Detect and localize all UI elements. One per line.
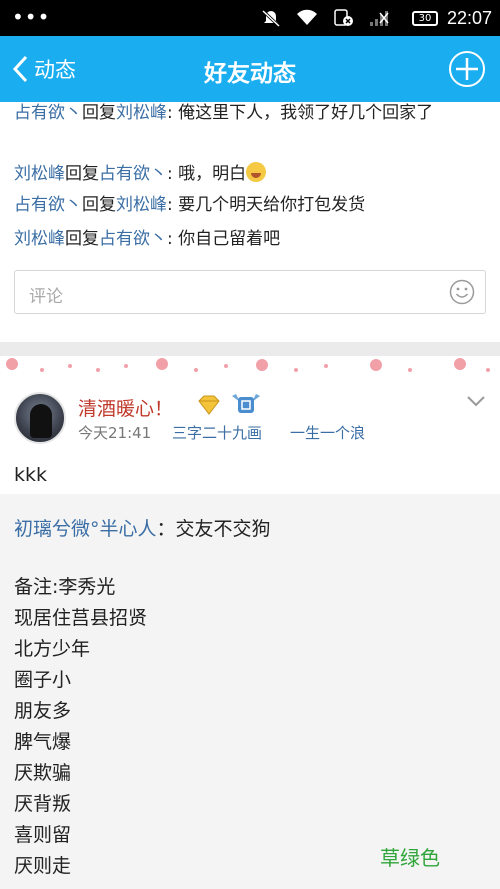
comment-item[interactable]: 刘松峰回复占有欲丶: 哦，明白 xyxy=(14,162,484,184)
comment-target-link[interactable]: 刘松峰 xyxy=(116,103,167,123)
post-tag[interactable]: 三字二十九画 xyxy=(172,422,262,443)
sim-disabled-icon xyxy=(334,9,353,26)
comment-user-link[interactable]: 刘松峰 xyxy=(14,229,65,249)
emoji-picker-icon[interactable] xyxy=(449,279,475,305)
comment-user-link[interactable]: 刘松峰 xyxy=(14,164,65,184)
shared-line: 北方少年 xyxy=(14,638,91,660)
comment-text: : 俺这里下人，我领了好几个回家了 xyxy=(167,103,434,123)
vip-diamond-badge-icon xyxy=(198,395,220,415)
add-button[interactable] xyxy=(448,50,486,88)
comment-text: : 要几个明天给你打包发货 xyxy=(167,195,366,215)
reply-verb: 回复 xyxy=(82,103,116,123)
comment-user-link[interactable]: 占有欲丶 xyxy=(14,103,82,123)
mute-icon xyxy=(261,9,281,27)
shared-line: 厌则走 xyxy=(14,855,72,877)
shared-content[interactable]: 初璃兮微°半心人：交友不交狗 备注:李秀光 现居住莒县招贤 北方少年 圈子小 朋… xyxy=(0,494,500,889)
status-icons xyxy=(260,9,390,27)
watermark-text: 草绿色 xyxy=(380,846,440,870)
shared-header: 初璃兮微°半心人：交友不交狗 xyxy=(14,514,271,541)
shared-line: 厌欺骗 xyxy=(14,762,72,784)
level-badge-icon xyxy=(232,394,260,413)
wifi-icon xyxy=(297,9,317,25)
shared-line: 圈子小 xyxy=(14,669,72,691)
comment-text: : 哦，明白 xyxy=(167,164,247,184)
page-title: 好友动态 xyxy=(204,61,296,87)
shared-line: 厌背叛 xyxy=(14,793,72,815)
shared-line: 现居住莒县招贤 xyxy=(14,607,148,629)
shared-line: 朋友多 xyxy=(14,700,72,722)
comment-user-link[interactable]: 占有欲丶 xyxy=(14,195,82,215)
battery-icon: 30 xyxy=(412,11,438,26)
reply-verb: 回复 xyxy=(65,229,99,249)
shared-line: 脾气爆 xyxy=(14,731,72,753)
shared-line: 喜则留 xyxy=(14,824,72,846)
comment-target-link[interactable]: 占有欲丶 xyxy=(99,164,167,184)
comment-input[interactable]: 评论 xyxy=(14,270,486,314)
comment-placeholder: 评论 xyxy=(29,287,63,307)
comment-list: 占有欲丶回复刘松峰: 俺这里下人，我领了好几个回家了 刘松峰回复占有欲丶: 哦，… xyxy=(0,102,500,342)
feed-post: 清酒暖心！ 今天21:41 三字二十九画 一生一个浪 kkk 初璃兮微°半心人：… xyxy=(0,380,500,889)
reply-verb: 回复 xyxy=(82,195,116,215)
post-body: kkk xyxy=(14,464,48,486)
shared-source-user[interactable]: 初璃兮微°半心人 xyxy=(14,518,157,540)
status-bar: ••• 30 22:07 xyxy=(0,0,500,36)
signal-icon xyxy=(370,11,389,26)
laughing-emoji-icon xyxy=(246,162,267,182)
nav-bar: 动态 好友动态 xyxy=(0,36,500,102)
comment-item[interactable]: 占有欲丶回复刘松峰: 俺这里下人，我领了好几个回家了 xyxy=(14,104,484,123)
notification-dots-icon: ••• xyxy=(12,5,51,29)
post-author-name[interactable]: 清酒暖心！ xyxy=(78,394,173,421)
comment-target-link[interactable]: 刘松峰 xyxy=(116,195,167,215)
comment-item[interactable]: 占有欲丶回复刘松峰: 要几个明天给你打包发货 xyxy=(14,196,484,215)
post-timestamp: 今天21:41 xyxy=(78,424,152,442)
post-tag[interactable]: 一生一个浪 xyxy=(290,422,365,443)
shared-source-text: ：交友不交狗 xyxy=(156,518,271,540)
comment-target-link[interactable]: 占有欲丶 xyxy=(99,229,167,249)
shared-line: 备注:李秀光 xyxy=(14,576,116,598)
chevron-down-icon[interactable] xyxy=(466,394,486,408)
lollipop-decoration-icon xyxy=(0,356,500,380)
status-time: 22:07 xyxy=(446,8,492,28)
avatar[interactable] xyxy=(14,392,66,444)
comment-item[interactable]: 刘松峰回复占有欲丶: 你自己留着吧 xyxy=(14,230,484,249)
reply-verb: 回复 xyxy=(65,164,99,184)
comment-text: : 你自己留着吧 xyxy=(167,229,281,249)
